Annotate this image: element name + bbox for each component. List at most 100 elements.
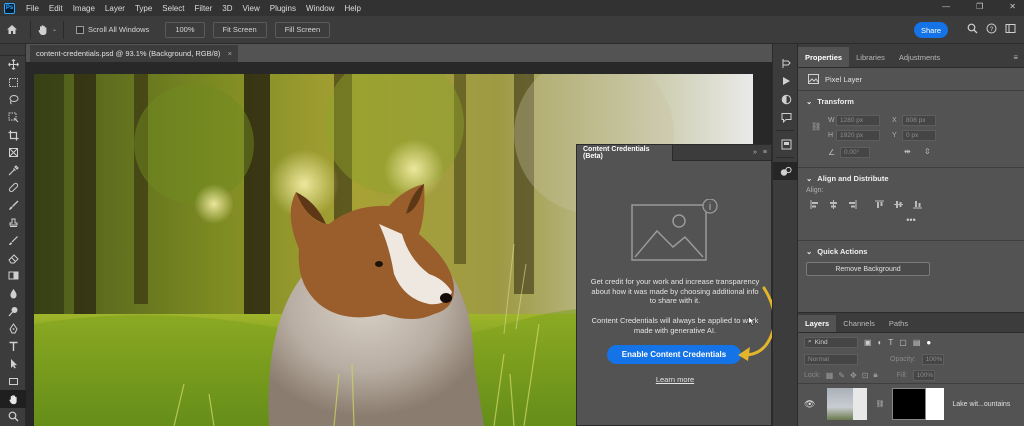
fit-screen-button[interactable]: Fit Screen <box>212 21 267 38</box>
lock-artboard-icon[interactable]: ⊡ <box>862 371 869 380</box>
align-header[interactable]: ⌄ Align and Distribute <box>806 174 1016 183</box>
hand-tool-preset[interactable]: ⌄ <box>37 24 57 36</box>
history-panel-button[interactable] <box>773 54 799 72</box>
menu-plugins[interactable]: Plugins <box>265 4 301 13</box>
menu-help[interactable]: Help <box>339 4 365 13</box>
fill-field[interactable]: 100% <box>912 369 935 381</box>
home-button[interactable] <box>0 24 24 35</box>
menu-file[interactable]: File <box>21 4 44 13</box>
align-top-icon[interactable] <box>875 200 884 209</box>
lock-all-icon[interactable]: 🔒︎ <box>873 370 877 380</box>
align-right-icon[interactable] <box>848 200 857 209</box>
tab-channels[interactable]: Channels <box>836 315 882 332</box>
search-icon[interactable] <box>967 23 978 34</box>
menu-3d[interactable]: 3D <box>217 4 237 13</box>
tab-libraries[interactable]: Libraries <box>849 47 892 67</box>
fill-screen-button[interactable]: Fill Screen <box>274 21 331 38</box>
quick-actions-header[interactable]: ⌄ Quick Actions <box>806 247 1016 256</box>
menu-view[interactable]: View <box>238 4 265 13</box>
dodge-tool[interactable] <box>0 302 26 320</box>
minimize-icon[interactable]: — <box>942 2 950 11</box>
document-tab[interactable]: content-credentials.psd @ 93.1% (Backgro… <box>30 44 238 62</box>
clone-stamp-tool[interactable] <box>0 214 26 232</box>
align-center-v-icon[interactable] <box>894 200 903 209</box>
flip-vertical-icon[interactable]: ⇳ <box>924 147 931 156</box>
angle-field[interactable]: 0.00° <box>840 147 870 158</box>
y-field[interactable]: 0 px <box>902 130 936 141</box>
checkbox-box[interactable] <box>76 25 85 34</box>
blur-tool[interactable] <box>0 285 26 303</box>
help-icon[interactable]: ? <box>986 23 997 34</box>
panel-menu-icon[interactable]: ≡ <box>1013 53 1018 62</box>
menu-image[interactable]: Image <box>68 4 100 13</box>
actions-panel-button[interactable] <box>773 72 799 90</box>
panel-menu-icon[interactable]: ≡ <box>763 149 767 156</box>
comments-panel-button[interactable] <box>773 108 799 126</box>
hand-tool[interactable] <box>0 390 26 408</box>
layer-row[interactable]: 👁︎ ⛓ Lake wit...ountains <box>798 384 1024 424</box>
menu-edit[interactable]: Edit <box>44 4 68 13</box>
lasso-tool[interactable] <box>0 91 26 109</box>
scroll-all-windows-checkbox[interactable]: Scroll All Windows <box>76 25 149 34</box>
restore-icon[interactable]: ❐ <box>976 2 983 11</box>
collapse-icon[interactable]: » <box>753 149 757 156</box>
lock-position-icon[interactable]: ✥ <box>850 371 857 380</box>
object-selection-tool[interactable] <box>0 109 26 127</box>
libraries-panel-button[interactable] <box>773 135 799 153</box>
link-icon[interactable]: ⛓ <box>811 122 821 131</box>
tab-content-credentials[interactable]: Content Credentials (Beta) <box>577 144 673 161</box>
align-left-icon[interactable] <box>810 200 819 209</box>
gradient-tool[interactable] <box>0 267 26 285</box>
filter-shape-icon[interactable]: ▢ <box>899 338 907 347</box>
close-tab-icon[interactable]: × <box>228 49 232 58</box>
align-center-h-icon[interactable] <box>829 200 838 209</box>
opacity-field[interactable]: 100% <box>921 353 944 365</box>
healing-brush-tool[interactable] <box>0 179 26 197</box>
visibility-eye-icon[interactable]: 👁︎ <box>804 399 815 410</box>
menu-layer[interactable]: Layer <box>100 4 130 13</box>
height-field[interactable]: 1920 px <box>836 130 880 141</box>
eraser-tool[interactable] <box>0 250 26 268</box>
width-field[interactable]: 1280 px <box>836 115 880 126</box>
artboard-tool[interactable] <box>0 74 26 92</box>
transform-header[interactable]: ⌄ Transform <box>806 97 1016 106</box>
blend-mode-select[interactable]: Normal <box>804 353 858 365</box>
remove-background-button[interactable]: Remove Background <box>806 262 930 276</box>
layer-mask-thumbnail[interactable] <box>892 388 927 420</box>
close-window-icon[interactable]: ✕ <box>1009 2 1016 11</box>
align-bottom-icon[interactable] <box>913 200 922 209</box>
enable-content-credentials-button[interactable]: Enable Content Credentials <box>607 345 741 364</box>
pen-tool[interactable] <box>0 320 26 338</box>
filter-toggle-icon[interactable]: ● <box>926 338 931 347</box>
type-tool[interactable] <box>0 338 26 356</box>
more-options-icon[interactable]: ••• <box>806 215 1016 225</box>
lock-pixels-icon[interactable]: ▦ <box>826 371 834 380</box>
path-selection-tool[interactable] <box>0 355 26 373</box>
layer-filter-kind[interactable]: ⌕ Kind <box>804 336 858 348</box>
learn-more-link[interactable]: Learn more <box>577 375 773 384</box>
workspace-icon[interactable] <box>1005 23 1016 34</box>
lock-paint-icon[interactable]: ✎ <box>838 371 845 380</box>
history-brush-tool[interactable] <box>0 232 26 250</box>
filter-type-icon[interactable]: T <box>888 338 893 347</box>
menu-type[interactable]: Type <box>130 4 157 13</box>
content-credentials-panel-button[interactable] <box>773 162 799 180</box>
menu-window[interactable]: Window <box>301 4 339 13</box>
x-field[interactable]: 808 px <box>902 115 936 126</box>
flip-horizontal-icon[interactable]: ⇹ <box>904 147 911 156</box>
panel-grip[interactable] <box>0 44 25 56</box>
filter-smart-object-icon[interactable]: ▤ <box>913 338 921 347</box>
tab-adjustments[interactable]: Adjustments <box>892 47 947 67</box>
crop-tool[interactable] <box>0 126 26 144</box>
adjustment-panel-button[interactable] <box>773 90 799 108</box>
frame-tool[interactable] <box>0 144 26 162</box>
rectangle-tool[interactable] <box>0 373 26 391</box>
zoom-100-button[interactable]: 100% <box>165 21 205 38</box>
filter-pixel-icon[interactable]: ▣ <box>864 338 872 347</box>
eyedropper-tool[interactable] <box>0 162 26 180</box>
tab-paths[interactable]: Paths <box>882 315 915 332</box>
share-button[interactable]: Share <box>914 22 948 38</box>
brush-tool[interactable] <box>0 197 26 215</box>
menu-select[interactable]: Select <box>157 4 189 13</box>
filter-adjustment-icon[interactable]: ◐ <box>878 338 883 347</box>
